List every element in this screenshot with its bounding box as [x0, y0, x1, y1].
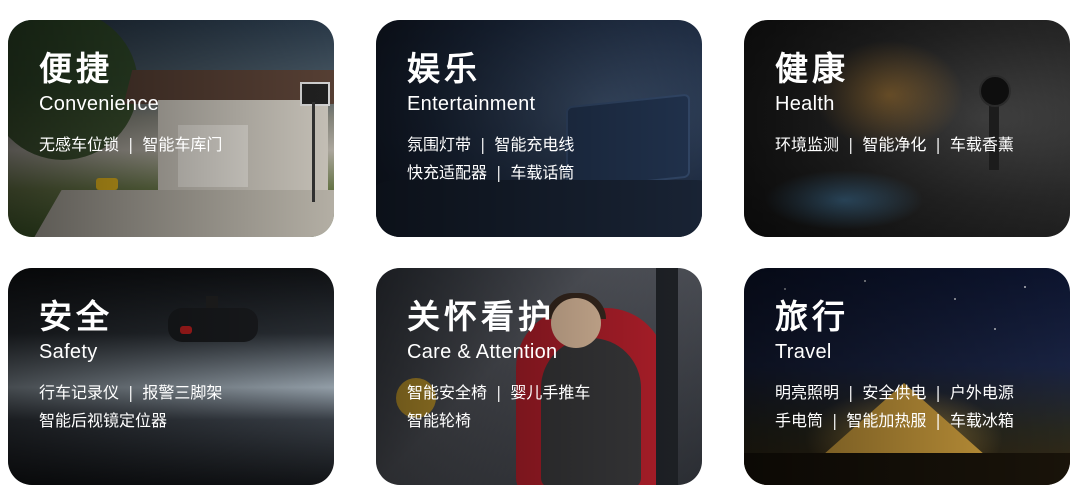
feature-item[interactable]: 无感车位锁: [39, 135, 119, 154]
feature-item[interactable]: 氛围灯带: [407, 135, 471, 154]
feature-list: 氛围灯带 | 智能充电线 快充适配器 | 车载话筒: [407, 131, 690, 187]
feature-item[interactable]: 手电筒: [775, 411, 823, 430]
card-subtitle: Travel: [775, 341, 832, 363]
feature-item[interactable]: 明亮照明: [775, 383, 839, 402]
category-card-convenience[interactable]: 便捷 Convenience 无感车位锁 | 智能车库门: [8, 20, 334, 237]
feature-list: 无感车位锁 | 智能车库门: [39, 131, 322, 159]
card-subtitle: Safety: [39, 341, 98, 363]
feature-line: 智能安全椅 | 婴儿手推车: [407, 379, 690, 407]
card-title: 旅行: [775, 297, 849, 336]
feature-line: 氛围灯带 | 智能充电线: [407, 131, 690, 159]
feature-item[interactable]: 智能后视镜定位器: [39, 411, 167, 430]
feature-list: 行车记录仪 | 报警三脚架 智能后视镜定位器: [39, 379, 322, 435]
separator: |: [480, 135, 486, 154]
feature-line: 手电筒 | 智能加热服 | 车载冰箱: [775, 407, 1058, 435]
category-card-travel[interactable]: 旅行 Travel 明亮照明 | 安全供电 | 户外电源 手电筒 | 智能加热服 | 车载冰箱: [744, 268, 1070, 485]
separator: |: [128, 383, 134, 402]
feature-line: 行车记录仪 | 报警三脚架: [39, 379, 322, 407]
separator: |: [935, 383, 941, 402]
feature-item[interactable]: 智能安全椅: [407, 383, 487, 402]
card-subtitle: Health: [775, 93, 835, 115]
card-title: 娱乐: [407, 49, 481, 88]
feature-item[interactable]: 婴儿手推车: [510, 383, 590, 402]
card-subtitle: Entertainment: [407, 93, 536, 115]
feature-line: 无感车位锁 | 智能车库门: [39, 131, 322, 159]
category-grid: 便捷 Convenience 无感车位锁 | 智能车库门 娱乐 Entertainm…: [0, 0, 1080, 499]
feature-item[interactable]: 安全供电: [862, 383, 926, 402]
card-title: 关怀看护: [407, 297, 555, 336]
feature-item[interactable]: 车载话筒: [510, 163, 574, 182]
feature-list: 环境监测 | 智能净化 | 车载香薰: [775, 131, 1058, 159]
separator: |: [496, 163, 502, 182]
category-card-health[interactable]: 健康 Health 环境监测 | 智能净化 | 车载香薰: [744, 20, 1070, 237]
feature-line: 快充适配器 | 车载话筒: [407, 159, 690, 187]
feature-item[interactable]: 智能净化: [862, 135, 926, 154]
feature-list: 明亮照明 | 安全供电 | 户外电源 手电筒 | 智能加热服 | 车载冰箱: [775, 379, 1058, 435]
separator: |: [935, 135, 941, 154]
feature-item[interactable]: 行车记录仪: [39, 383, 119, 402]
feature-line: 智能轮椅: [407, 407, 690, 435]
feature-list: 智能安全椅 | 婴儿手推车 智能轮椅: [407, 379, 690, 435]
separator: |: [832, 411, 838, 430]
feature-item[interactable]: 快充适配器: [407, 163, 487, 182]
feature-item[interactable]: 智能车库门: [142, 135, 222, 154]
separator: |: [848, 135, 854, 154]
feature-item[interactable]: 智能充电线: [494, 135, 574, 154]
feature-item[interactable]: 智能轮椅: [407, 411, 471, 430]
category-card-safety[interactable]: 安全 Safety 行车记录仪 | 报警三脚架 智能后视镜定位器: [8, 268, 334, 485]
card-title: 安全: [39, 297, 113, 336]
card-title: 便捷: [39, 49, 113, 88]
category-card-entertainment[interactable]: 娱乐 Entertainment 氛围灯带 | 智能充电线 快充适配器 | 车载话筒: [376, 20, 702, 237]
feature-item[interactable]: 智能加热服: [846, 411, 926, 430]
separator: |: [128, 135, 134, 154]
separator: |: [496, 383, 502, 402]
card-subtitle: Convenience: [39, 93, 160, 115]
feature-item[interactable]: 户外电源: [950, 383, 1014, 402]
category-card-care[interactable]: 关怀看护 Care & Attention 智能安全椅 | 婴儿手推车 智能轮椅: [376, 268, 702, 485]
feature-line: 智能后视镜定位器: [39, 407, 322, 435]
card-subtitle: Care & Attention: [407, 341, 558, 363]
separator: |: [848, 383, 854, 402]
feature-item[interactable]: 报警三脚架: [142, 383, 222, 402]
separator: |: [935, 411, 941, 430]
feature-line: 明亮照明 | 安全供电 | 户外电源: [775, 379, 1058, 407]
card-title: 健康: [775, 49, 849, 88]
feature-item[interactable]: 环境监测: [775, 135, 839, 154]
feature-item[interactable]: 车载香薰: [950, 135, 1014, 154]
feature-line: 环境监测 | 智能净化 | 车载香薰: [775, 131, 1058, 159]
feature-item[interactable]: 车载冰箱: [950, 411, 1014, 430]
